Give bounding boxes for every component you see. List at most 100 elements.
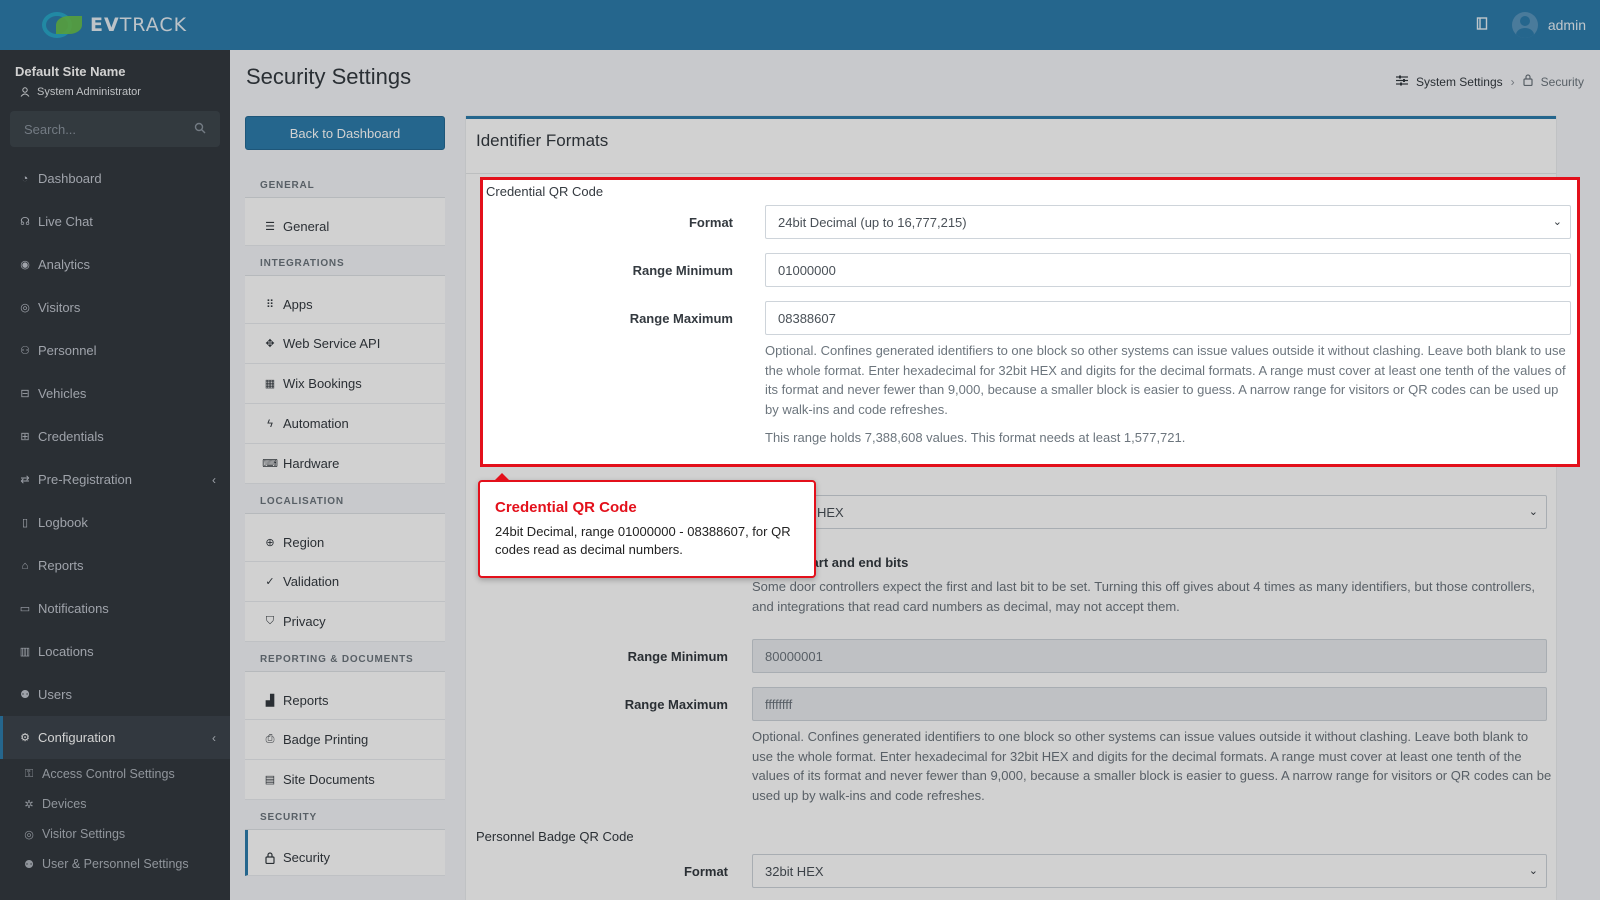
settings-nav-region[interactable]: ⊕ Region	[245, 514, 445, 562]
sidebar-item-pre-registration[interactable]: ⇄ Pre-Registration ‹	[0, 458, 230, 501]
sidebar-item-visitors[interactable]: ◎ Visitors	[0, 286, 230, 329]
sidebar-item-label: Logbook	[38, 515, 88, 530]
tour-tooltip: Credential QR Code 24bit Decimal, range …	[478, 473, 816, 578]
settings-nav-site-documents[interactable]: ▤ Site Documents	[245, 760, 445, 800]
sidebar-subitem-user-personnel[interactable]: ⚉ User & Personnel Settings	[0, 849, 230, 879]
sidebar-item-configuration[interactable]: ⚙ Configuration ‹	[0, 716, 230, 759]
sidebar-item-locations[interactable]: ▥ Locations	[0, 630, 230, 673]
credential-range-min-value: 01000000	[778, 262, 836, 278]
settings-nav-privacy[interactable]: ⛉ Privacy	[245, 602, 445, 642]
second-format-value: HEX	[817, 504, 844, 520]
second-format-select[interactable]: HEX ⌄	[752, 495, 1547, 529]
shield-icon: ⛉	[265, 615, 275, 627]
hardware-icon: ⌨	[262, 458, 278, 470]
user-name: admin	[1547, 17, 1586, 33]
breadcrumb: System Settings › Security	[1395, 74, 1584, 89]
settings-nav-validation[interactable]: ✓ Validation	[245, 562, 445, 602]
start-end-bits-help: Some door controllers expect the first a…	[752, 579, 1536, 614]
lock-icon	[263, 851, 277, 865]
settings-nav-label: Validation	[283, 574, 340, 589]
personnel-format-select[interactable]: 32bit HEX ⌄	[752, 854, 1547, 888]
second-range-max-placeholder: ffffffff	[765, 696, 793, 712]
sidebar-item-users[interactable]: ⚉ Users	[0, 673, 230, 716]
headset-icon: ☊	[20, 216, 30, 228]
eye-icon: ◎	[20, 302, 30, 314]
sidebar-search-input[interactable]: Search...	[10, 111, 220, 147]
credential-format-select[interactable]: 24bit Decimal (up to 16,777,215) ⌄	[765, 205, 1571, 239]
second-range-max-input[interactable]: ffffffff	[752, 687, 1547, 721]
sidebar-item-label: Vehicles	[38, 386, 87, 401]
settings-nav-label: Apps	[283, 297, 313, 312]
personnel-format-value: 32bit HEX	[765, 863, 824, 879]
settings-nav-header-localisation: LOCALISATION	[245, 484, 445, 514]
settings-nav-apps[interactable]: ⠿ Apps	[245, 276, 445, 324]
settings-nav-security[interactable]: Security	[245, 830, 445, 876]
sidebar-subitem-label: User & Personnel Settings	[42, 857, 189, 871]
user-role-label: System Administrator	[37, 86, 141, 98]
second-range-min-label: Range Minimum	[627, 649, 728, 664]
cog-icon: ✲	[24, 798, 34, 811]
credential-range-min-label: Range Minimum	[632, 263, 733, 278]
check-circle-icon: ✓	[265, 576, 275, 588]
sidebar-item-reports[interactable]: ⌂ Reports	[0, 544, 230, 587]
settings-nav-hardware[interactable]: ⌨ Hardware	[245, 444, 445, 484]
logbook-icon: ▯	[21, 517, 29, 529]
globe-icon: ⊕	[265, 537, 275, 549]
settings-nav-label: Site Documents	[283, 772, 375, 787]
sidebar-item-logbook[interactable]: ▯ Logbook	[0, 501, 230, 544]
book-icon[interactable]	[1476, 17, 1488, 33]
credential-qr-section: Credential QR Code	[486, 184, 604, 199]
sidebar-subitem-label: Devices	[42, 797, 87, 811]
map-icon: ▥	[19, 646, 31, 658]
tooltip-title: Credential QR Code	[495, 499, 637, 516]
sidebar-item-label: Configuration	[38, 730, 116, 745]
credential-qr-highlight: Credential QR Code Format 24bit Decimal …	[480, 177, 1580, 467]
credential-range-min-input[interactable]: 01000000	[765, 253, 1571, 287]
sidebar-item-label: Dashboard	[38, 171, 102, 186]
sidebar-subitem-access-control[interactable]: ⚿ Access Control Settings	[0, 759, 230, 789]
users-icon: ⚉	[24, 858, 34, 871]
breadcrumb-system-settings[interactable]: System Settings	[1416, 75, 1503, 89]
brand-name: EVTRACK	[90, 14, 188, 36]
settings-nav-wix-bookings[interactable]: ▦ Wix Bookings	[245, 364, 445, 404]
sidebar-item-credentials[interactable]: ⊞ Credentials	[0, 415, 230, 458]
chevron-down-icon: ⌄	[1552, 216, 1562, 228]
settings-nav-label: Web Service API	[283, 336, 381, 351]
second-range-help: Optional. Confines generated identifiers…	[752, 729, 1552, 803]
back-to-dashboard-button[interactable]: Back to Dashboard	[245, 116, 445, 150]
card-title: Identifier Formats	[476, 131, 609, 150]
sidebar-item-live-chat[interactable]: ☊ Live Chat	[0, 200, 230, 243]
sidebar-item-label: Users	[38, 687, 72, 702]
sidebar-item-vehicles[interactable]: ⊟ Vehicles	[0, 372, 230, 415]
sidebar-subitem-visitor-settings[interactable]: ◎ Visitor Settings	[0, 819, 230, 849]
personnel-badge-qr-section: Personnel Badge QR Code	[476, 829, 634, 844]
second-range-min-input[interactable]: 80000001	[752, 639, 1547, 673]
credential-range-max-value: 08388607	[778, 310, 836, 326]
settings-nav-web-service-api[interactable]: ✥ Web Service API	[245, 324, 445, 364]
user-menu[interactable]: admin	[1511, 12, 1586, 38]
eye-icon: ◎	[24, 828, 34, 841]
car-icon: ⊟	[20, 388, 30, 400]
personnel-format-label: Format	[683, 864, 728, 879]
settings-nav-reports[interactable]: ▟ Reports	[245, 672, 445, 720]
sidebar-item-analytics[interactable]: ◉ Analytics	[0, 243, 230, 286]
settings-nav-general[interactable]: ☰ General	[245, 198, 445, 246]
search-icon[interactable]	[194, 122, 206, 137]
credential-range-max-input[interactable]: 08388607	[765, 301, 1571, 335]
settings-nav-automation[interactable]: ϟ Automation	[245, 404, 445, 444]
sidebar-nav: ◔ Dashboard ☊ Live Chat ◉ Analytics ◎ Visito…	[0, 157, 230, 759]
reports-icon: ⌂	[21, 559, 29, 572]
sidebar-subitem-devices[interactable]: ✲ Devices	[0, 789, 230, 819]
printer-icon: ⎙	[265, 733, 275, 745]
settings-nav-badge-printing[interactable]: ⎙ Badge Printing	[245, 720, 445, 760]
sidebar-item-personnel[interactable]: ⚇ Personnel	[0, 329, 230, 372]
sidebar-item-dashboard[interactable]: ◔ Dashboard	[0, 157, 230, 200]
list-icon: ☰	[265, 221, 275, 233]
page-title: Security Settings	[246, 64, 412, 89]
brand-logo[interactable]: EVTRACK	[0, 0, 230, 50]
credential-range-info: This range holds 7,388,608 values. This …	[765, 430, 1186, 445]
sidebar-item-label: Notifications	[38, 601, 109, 616]
start-end-bits-label[interactable]: start and end bits	[800, 555, 908, 570]
sidebar-item-notifications[interactable]: ▭ Notifications	[0, 587, 230, 630]
sidebar-item-label: Pre-Registration	[38, 472, 132, 487]
